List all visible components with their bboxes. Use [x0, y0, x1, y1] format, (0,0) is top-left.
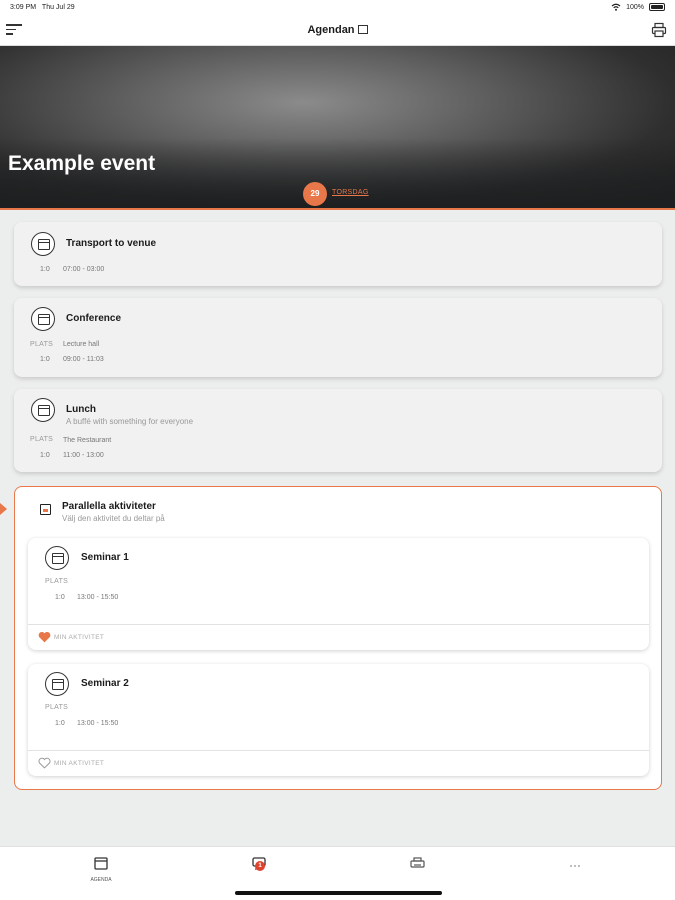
calendar-icon [40, 504, 51, 515]
place-label: PLATS [30, 436, 54, 443]
tab-agenda[interactable]: AGENDA [86, 857, 116, 883]
event-title: Example event [8, 152, 156, 175]
divider [28, 624, 649, 625]
agenda-item-description: A buffé with something for everyone [66, 417, 194, 426]
parallel-group-subtitle: Välj den aktivitet du deltar på [62, 514, 165, 523]
agenda-item-lunch[interactable]: Lunch A buffé with something for everyon… [14, 389, 662, 472]
seminar-title: Seminar 1 [81, 552, 129, 563]
heart-filled-icon[interactable] [38, 631, 51, 643]
calendar-icon [31, 307, 55, 331]
place-label: PLATS [45, 704, 69, 711]
wifi-icon [611, 3, 621, 11]
tab-print[interactable] [402, 857, 432, 875]
calendar-icon [31, 232, 55, 256]
agenda-item-transport[interactable]: Transport to venue 1:0 07:00 - 03:00 [14, 222, 662, 286]
seminar-duration: 1:0 [55, 720, 65, 727]
agenda-item-time: 11:00 - 13:00 [63, 452, 104, 459]
calendar-icon [45, 546, 69, 570]
seminar-duration: 1:0 [55, 594, 65, 601]
place-label: PLATS [45, 578, 69, 585]
calendar-icon [31, 398, 55, 422]
agenda-item-time: 07:00 - 03:00 [63, 266, 105, 273]
page-title: Agendan [0, 24, 675, 36]
top-navigation-bar: Agendan [0, 16, 675, 46]
battery-icon [649, 3, 665, 11]
divider [28, 750, 649, 751]
my-activity-label[interactable]: MIN AKTIVITET [54, 634, 104, 641]
seminar-time: 13:00 - 15:50 [77, 594, 119, 601]
agenda-item-duration: 1:0 [40, 266, 50, 273]
day-tab-label[interactable]: TORSDAG [332, 189, 369, 196]
status-right: 100% [611, 3, 665, 11]
agenda-item-duration: 1:0 [40, 452, 50, 459]
agenda-item-title: Conference [66, 313, 122, 324]
tab-messages[interactable]: 1 [244, 857, 274, 875]
printer-icon[interactable] [651, 22, 667, 38]
agenda-item-conference[interactable]: Conference PLATS Lecture hall 1:0 09:00 … [14, 298, 662, 377]
date-badge[interactable]: 29 [303, 182, 327, 206]
more-icon [570, 865, 580, 867]
current-section-marker [0, 503, 7, 515]
seminar-time: 13:00 - 15:50 [77, 720, 119, 727]
parallel-group-title: Parallella aktiviteter [62, 501, 156, 512]
battery-percent: 100% [626, 3, 644, 11]
tab-label: AGENDA [90, 877, 112, 883]
agenda-icon [94, 857, 108, 870]
my-activity-label[interactable]: MIN AKTIVITET [54, 760, 104, 767]
home-indicator [235, 891, 442, 895]
place-label: PLATS [30, 341, 54, 348]
agenda-item-place: The Restaurant [63, 437, 112, 444]
agenda-item-place: Lecture hall [63, 341, 100, 348]
agenda-item-title: Transport to venue [66, 238, 157, 249]
status-bar: 3:09 PM Thu Jul 29 100% [0, 0, 675, 16]
heart-outline-icon[interactable] [38, 757, 51, 769]
seminar-card[interactable]: Seminar 1 PLATS 1:0 13:00 - 15:50 MIN AK… [28, 538, 649, 650]
parallel-activities-group: Parallella aktiviteter Välj den aktivite… [14, 486, 662, 790]
seminar-card[interactable]: Seminar 2 PLATS 1:0 13:00 - 15:50 MIN AK… [28, 664, 649, 776]
page-title-text: Agendan [307, 24, 355, 36]
seminar-title: Seminar 2 [81, 678, 129, 689]
calendar-icon [357, 25, 368, 34]
agenda-item-time: 09:00 - 11:03 [63, 356, 104, 363]
event-hero-banner: Example event 29 TORSDAG [0, 46, 675, 210]
unread-badge: 1 [255, 861, 265, 871]
agenda-item-duration: 1:0 [40, 356, 50, 363]
agenda-item-title: Lunch [66, 404, 96, 415]
printer-icon [409, 857, 425, 868]
status-time-date: 3:09 PM Thu Jul 29 [10, 4, 75, 11]
calendar-icon [45, 672, 69, 696]
tab-more[interactable] [560, 857, 590, 875]
